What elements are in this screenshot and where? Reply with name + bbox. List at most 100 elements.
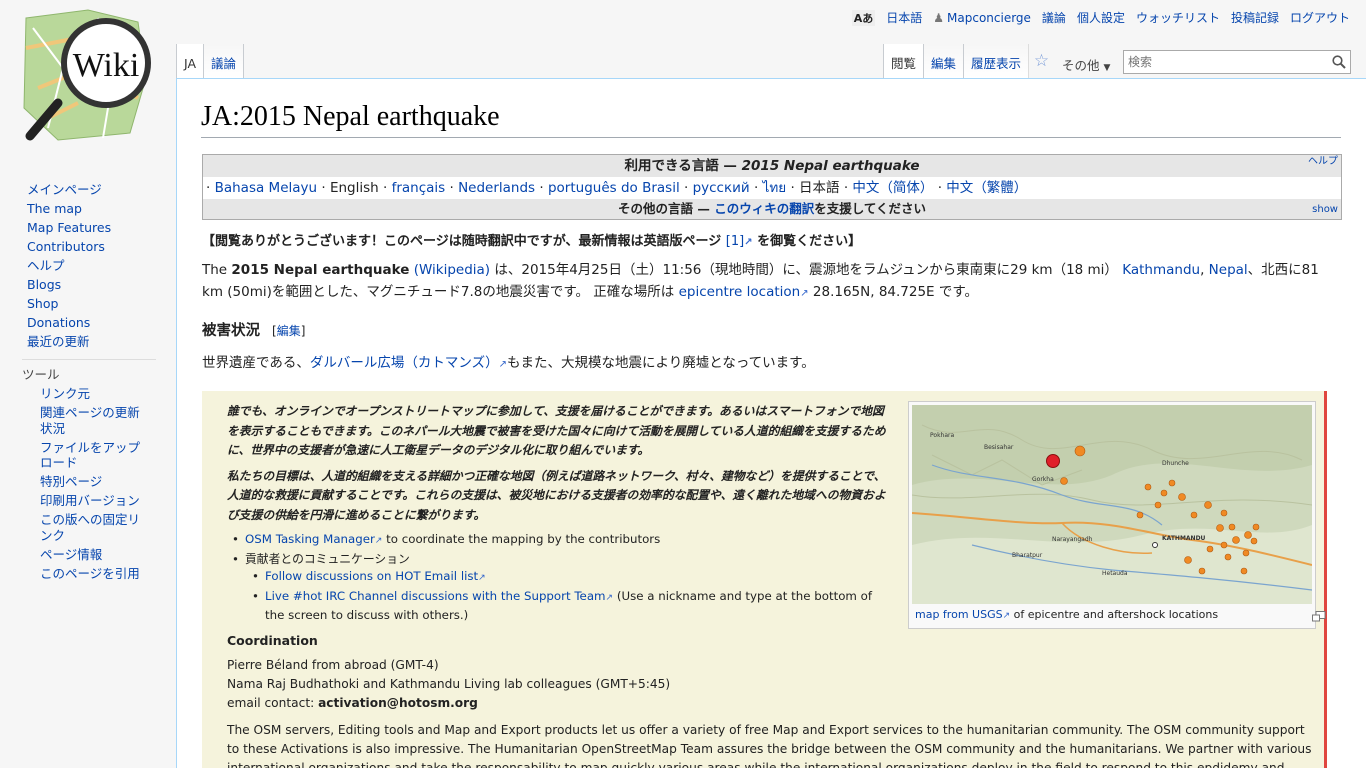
talk-link[interactable]: 議論 (1042, 9, 1066, 26)
contributions-link[interactable]: 投稿記録 (1231, 9, 1279, 26)
title-divider (201, 137, 1341, 138)
language-link[interactable]: 日本語 (886, 9, 922, 26)
sidebar-item-cite-page[interactable]: このページを引用 (40, 566, 152, 582)
tasking-manager-text: to coordinate the mapping by the contrib… (382, 532, 661, 546)
sidebar-item-printable-version[interactable]: 印刷用バージョン (40, 493, 152, 509)
intro-bold: 2015 Nepal earthquake (231, 262, 410, 278)
thumbnail-caption: map from USGS↗ of epicentre and aftersho… (915, 608, 1218, 621)
translate-wiki-link[interactable]: このウィキの翻訳 (714, 201, 814, 216)
sidebar-divider (22, 359, 156, 360)
external-link-icon: ↗ (1002, 611, 1011, 621)
sidebar-navigation: メインページ The map Map Features Contributors… (0, 180, 176, 351)
lang-link-th[interactable]: ไทย (763, 180, 787, 196)
search-box (1123, 50, 1351, 74)
sidebar-item-contributors[interactable]: Contributors (27, 237, 176, 256)
section-heading: 被害状況 [編集] (202, 319, 305, 340)
sidebar-item-shop[interactable]: Shop (27, 294, 176, 313)
hot-paragraph-1: 誰でも、オンラインでオープンストリートマップに参加して、支援を届けることができま… (227, 404, 886, 457)
email-address: activation@hotosm.org (318, 696, 478, 710)
list-item: Follow discussions on HOT Email list↗ (227, 568, 892, 588)
lang-current-ja: 日本語 (799, 180, 840, 196)
sidebar-item-recent-changes[interactable]: 最近の更新 (27, 332, 176, 351)
list-item: Live #hot IRC Channel discussions with t… (227, 588, 892, 625)
language-box-page-name: 2015 Nepal earthquake (741, 158, 920, 174)
lang-link-pt-br[interactable]: português do Brasil (548, 180, 680, 196)
hot-long-paragraph: The OSM servers, Editing tools and Map a… (227, 723, 1312, 768)
map-label-bharatpur: Bharatpur (1012, 552, 1043, 559)
tab-edit[interactable]: 編集 (923, 44, 964, 78)
lang-link-ru[interactable]: русский (693, 180, 750, 196)
lang-link-en[interactable]: English (330, 180, 379, 196)
lang-link-zh-hans[interactable]: 中文（简体） (852, 180, 933, 196)
lang-link-fr[interactable]: français (392, 180, 446, 196)
section-edit: [編集] (272, 324, 306, 338)
tools-heading: ツール (22, 367, 60, 382)
sidebar-item-special-pages[interactable]: 特別ページ (40, 474, 152, 490)
earthquake-map-image[interactable]: Pokhara KATHMANDU Gorkha Besisahar Dhunc… (912, 405, 1312, 604)
hot-text: 誰でも、オンラインでオープンストリートマップに参加して、支援を届けることができま… (227, 402, 892, 713)
wiki-logo[interactable]: Wiki (18, 8, 158, 148)
epicentre-link[interactable]: epicentre location (679, 284, 801, 300)
section-edit-link[interactable]: 編集 (277, 324, 301, 338)
wikipedia-link[interactable]: (Wikipedia) (414, 262, 490, 278)
language-box-show-link[interactable]: show (1312, 203, 1338, 217)
preferences-link[interactable]: 個人設定 (1077, 9, 1125, 26)
sidebar-item-page-info[interactable]: ページ情報 (40, 547, 152, 563)
usgs-map-link[interactable]: map from USGS (915, 608, 1003, 621)
translate-icon[interactable]: Aあ (851, 9, 876, 26)
search-input[interactable] (1124, 51, 1314, 73)
sidebar-item-upload-file[interactable]: ファイルをアップロード (40, 440, 152, 471)
language-box-header-prefix: 利用できる言語 — (624, 158, 742, 174)
tab-history[interactable]: 履歴表示 (963, 44, 1029, 78)
nepal-link[interactable]: Nepal (1209, 262, 1248, 278)
irc-channel-link[interactable]: Live #hot IRC Channel discussions with t… (265, 589, 606, 603)
personal-tools: Aあ 日本語 ♟ Mapconcierge 議論 個人設定 ウォッチリスト 投稿… (851, 9, 1350, 26)
notice-text: 【閲覧ありがとうございます！このページは随時翻訳中ですが、最新情報は英語版ページ (202, 234, 722, 249)
kathmandu-link[interactable]: Kathmandu (1122, 262, 1200, 278)
chevron-down-icon: ▼ (1103, 63, 1111, 73)
watchlist-link[interactable]: ウォッチリスト (1136, 9, 1220, 26)
lang-link-ms[interactable]: Bahasa Melayu (215, 180, 317, 196)
language-box-footer: その他の言語 — このウィキの翻訳を支援してください show (203, 199, 1341, 219)
tab-talk[interactable]: 議論 (204, 44, 245, 78)
hot-email-list-link[interactable]: Follow discussions on HOT Email list (265, 569, 478, 583)
epicentre-marker (1046, 454, 1060, 468)
sidebar-item-map-features[interactable]: Map Features (27, 218, 176, 237)
logo-wordmark: Wiki (73, 47, 140, 84)
sidebar-item-help[interactable]: ヘルプ (27, 256, 176, 275)
user-link[interactable]: Mapconcierge (947, 11, 1031, 25)
map-label-gorkha: Gorkha (1032, 476, 1054, 483)
sidebar-item-blogs[interactable]: Blogs (27, 275, 176, 294)
hot-activation-box: 誰でも、オンラインでオープンストリートマップに参加して、支援を届けることができま… (202, 391, 1327, 768)
durbar-square-link[interactable]: ダルバール広場（カトマンズ） (310, 355, 499, 371)
svg-text:Wiki: Wiki (73, 47, 140, 84)
tab-page[interactable]: JA (176, 44, 205, 78)
damage-paragraph: 世界遺産である、ダルバール広場（カトマンズ）↗もまた、大規模な地震により廃墟とな… (202, 351, 815, 371)
more-label: その他 (1062, 58, 1100, 73)
watch-star-icon[interactable]: ☆ (1028, 44, 1054, 78)
list-item: OSM Tasking Manager↗ to coordinate the m… (227, 531, 892, 551)
sidebar-item-the-map[interactable]: The map (27, 199, 176, 218)
external-link-icon: ↗ (498, 359, 507, 370)
tasking-manager-link[interactable]: OSM Tasking Manager (245, 532, 375, 546)
language-list: · Bahasa Melayu · English · français · N… (203, 177, 1341, 199)
logout-link[interactable]: ログアウト (1290, 9, 1350, 26)
sidebar-item-what-links-here[interactable]: リンク元 (40, 386, 152, 402)
hot-list: OSM Tasking Manager ↗ to coordinate the m… (227, 531, 892, 625)
earthquake-map-thumbnail[interactable]: Pokhara KATHMANDU Gorkha Besisahar Dhunc… (908, 401, 1326, 629)
sidebar-item-permanent-link[interactable]: この版への固定リンク (40, 512, 152, 543)
more-menu[interactable]: その他 ▼ (1054, 44, 1118, 78)
tab-read[interactable]: 閲覧 (883, 44, 924, 78)
user-icon: ♟ (933, 10, 945, 25)
lang-link-zh-hant[interactable]: 中文（繁體） (946, 180, 1027, 196)
sidebar-item-main-page[interactable]: メインページ (27, 180, 176, 199)
thumbnail-caption-text: of epicentre and aftershock locations (1010, 608, 1219, 621)
hot-paragraph-2: 私たちの目標は、人道的組織を支える詳細かつ正確な地図（例えば道路ネットワーク、村… (227, 468, 886, 522)
sidebar-item-donations[interactable]: Donations (27, 313, 176, 332)
sidebar-item-related-changes[interactable]: 関連ページの更新状況 (40, 405, 152, 436)
language-box-help-link[interactable]: ヘルプ (1308, 155, 1338, 169)
english-page-link[interactable]: [1] (726, 234, 744, 249)
search-icon[interactable] (1332, 54, 1346, 73)
lang-link-nl[interactable]: Nederlands (458, 180, 535, 196)
page-content: JA:2015 Nepal earthquake 利用できる言語 — 2015 … (176, 78, 1366, 768)
